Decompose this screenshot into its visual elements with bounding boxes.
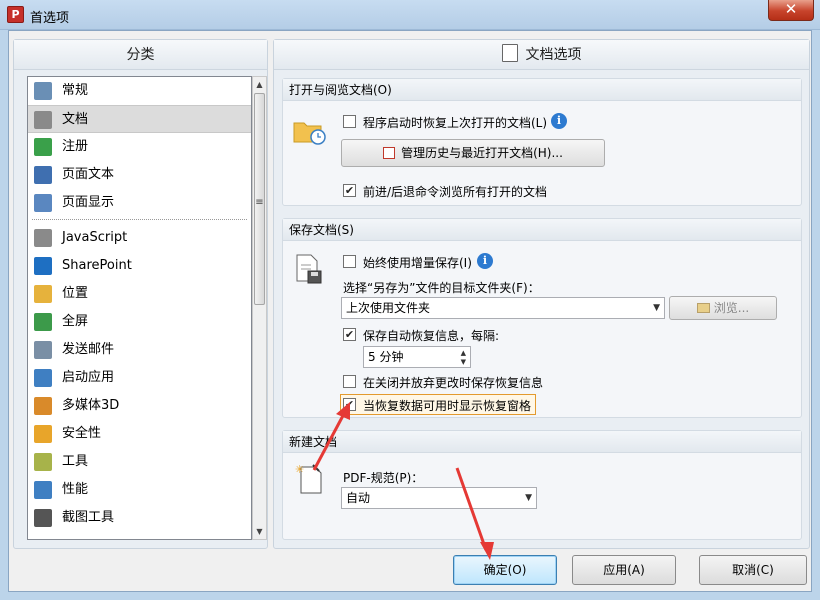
save-as-folder-value: 上次使用文件夹 [346,301,431,315]
restore-docs-checkbox[interactable] [343,115,356,128]
app-logo-icon: P [7,6,24,23]
group-save-title: 保存文档(S) [283,219,801,241]
category-item[interactable]: SharePoint [28,252,251,280]
category-item[interactable]: 启动应用 [28,364,251,392]
incremental-save-checkbox[interactable] [343,255,356,268]
category-list: 常规文档注册页面文本页面显示 JavaScript SharePoint 位置全屏发送… [27,76,252,540]
category-item[interactable]: 全屏 [28,308,251,336]
category-item[interactable]: JavaScript [28,224,251,252]
cancel-button[interactable]: 取消(C) [699,555,807,585]
category-item-label: 截图工具 [62,510,115,525]
browse-all-checkbox[interactable]: ✔ [343,184,356,197]
group-open-documents: 打开与阅览文档(O) 程序启动时恢复上次打开的文档(L) i 管理历史与最近打开… [282,78,802,206]
category-item-label: 启动应用 [62,370,115,385]
category-item-label: 页面显示 [62,195,115,210]
category-item[interactable]: 性能 [28,476,251,504]
incremental-save-label: 始终使用增量保存(I) [363,256,472,270]
multimedia-3d-icon [34,397,52,415]
launch-app-icon [34,369,52,387]
category-item[interactable]: 常规 [28,77,251,105]
category-item[interactable]: 页面显示 [28,189,251,217]
scroll-down-arrow-icon[interactable]: ▼ [253,524,266,539]
save-as-folder-label: 选择“另存为”文件的目标文件夹(F)： [343,281,540,295]
manage-history-label: 管理历史与最近打开文档(H)... [401,146,563,160]
info-icon[interactable]: i [477,253,493,269]
tools-icon [34,453,52,471]
browse-button[interactable]: 浏览... [669,296,777,320]
autosave-interval-stepper[interactable]: 5 分钟 ▲ ▼ [363,346,471,368]
chevron-down-icon: ▼ [525,493,532,503]
category-header: 分类 [14,40,267,70]
document-icon [34,111,52,129]
category-item-label: 文档 [62,112,89,127]
window-title: 首选项 [30,11,70,26]
category-item[interactable]: 工具 [28,448,251,476]
manage-history-button[interactable]: 管理历史与最近打开文档(H)... [341,139,605,167]
category-panel: 分类 常规文档注册页面文本页面显示 JavaScript SharePoint 位置全… [13,39,268,549]
category-item[interactable]: 页面文本 [28,161,251,189]
options-header: 文档选项 [274,40,809,70]
browse-all-label: 前进/后退命令浏览所有打开的文档 [363,185,548,199]
category-item-label: 页面文本 [62,167,115,182]
camera-icon [34,509,52,527]
title-bar: P 首选项 ✕ [0,0,820,30]
category-item[interactable]: 发送邮件 [28,336,251,364]
category-item-label: 安全性 [62,426,102,441]
interval-value: 5 分钟 [368,350,404,364]
category-item-label: 多媒体3D [62,398,120,413]
save-document-icon [296,254,322,284]
chevron-down-icon: ▼ [653,303,660,313]
close-button[interactable]: ✕ [768,0,814,21]
folder-clock-icon [293,122,326,145]
folder-icon [696,303,710,313]
group-open-title: 打开与阅览文档(O) [283,79,801,101]
category-item-label: 性能 [62,482,89,497]
category-item-label: 发送邮件 [62,342,115,357]
autosave-checkbox[interactable]: ✔ [343,328,356,341]
arrow-head-icon [480,542,494,560]
security-shield-icon [34,425,52,443]
script-icon [34,229,52,247]
mail-icon [34,341,52,359]
category-item-label: 全屏 [62,314,89,329]
apply-button[interactable]: 应用(A) [572,555,676,585]
fullscreen-icon [34,313,52,331]
user-register-icon [34,138,52,156]
folder-icon [34,285,52,303]
scroll-up-arrow-icon[interactable]: ▲ [253,77,266,92]
category-item-label: JavaScript [62,230,128,245]
save-as-folder-select[interactable]: 上次使用文件夹 ▼ [341,297,665,319]
category-item-label: 位置 [62,286,89,301]
performance-gauge-icon [34,481,52,499]
page-zoom-icon [34,194,52,212]
category-item[interactable]: 注册 [28,133,251,161]
category-item-label: 注册 [62,139,89,154]
browse-label: 浏览... [713,301,750,315]
info-icon[interactable]: i [551,113,567,129]
autosave-label: 保存自动恢复信息，每隔: [363,329,500,343]
restore-docs-label: 程序启动时恢复上次打开的文档(L) [363,116,548,130]
category-item[interactable]: 多媒体3D [28,392,251,420]
category-item[interactable]: 安全性 [28,420,251,448]
category-item[interactable]: 文档 [28,105,251,133]
general-settings-icon [34,82,52,100]
category-scrollbar[interactable]: ▲ ≡ ▼ [252,76,267,540]
category-item-label: SharePoint [62,258,132,273]
options-title: 文档选项 [525,47,582,63]
category-item[interactable]: 位置 [28,280,251,308]
category-separator [32,219,247,220]
category-item-label: 工具 [62,454,89,469]
scroll-grip-icon: ≡ [255,197,264,208]
text-t-icon [34,166,52,184]
document-options-icon [501,44,518,62]
calendar-icon [383,147,396,159]
category-item-label: 常规 [62,83,89,98]
annotation-arrows [312,402,494,560]
category-item[interactable]: 截图工具 [28,504,251,532]
spin-arrows-icon[interactable]: ▲ ▼ [461,349,466,367]
sharepoint-icon [34,257,52,275]
